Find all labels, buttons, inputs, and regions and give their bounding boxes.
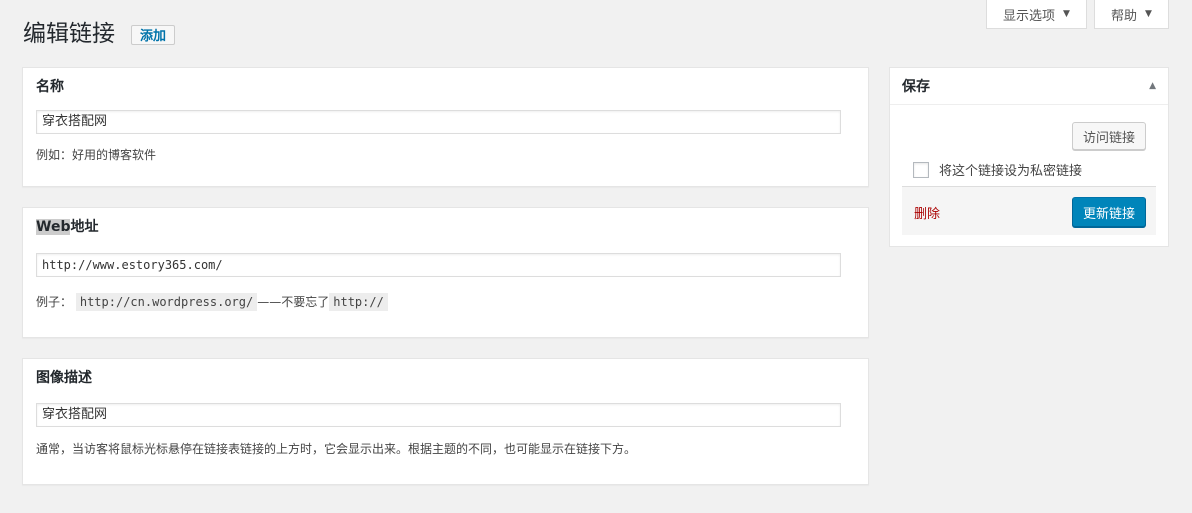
- url-protocol-code: http://: [329, 293, 388, 311]
- private-label: 将这个链接设为私密链接: [939, 164, 1083, 179]
- save-box: 保存 ▲ 访问链接 将这个链接设为私密链接 删除 更新链接: [889, 67, 1169, 247]
- url-desc-mid: ——不要忘了: [257, 295, 330, 309]
- url-title-prefix: Web: [36, 219, 71, 235]
- name-input[interactable]: 穿衣搭配网: [36, 110, 841, 134]
- url-box-title: Web地址: [23, 218, 98, 236]
- private-checkbox[interactable]: [913, 161, 929, 178]
- delete-link[interactable]: 删除: [914, 203, 940, 222]
- screen-options-button[interactable]: 显示选项 ▼: [986, 0, 1087, 29]
- url-input[interactable]: http://www.estory365.com/: [36, 253, 841, 277]
- visit-link-button[interactable]: 访问链接: [1072, 122, 1147, 150]
- caret-down-icon: ▼: [1063, 9, 1070, 19]
- save-box-header: 保存 ▲: [890, 68, 1168, 105]
- add-new-button[interactable]: 添加: [131, 24, 176, 45]
- screen-meta-tabs: 显示选项 ▼ 帮助 ▼: [986, 0, 1169, 29]
- name-box-title: 名称: [36, 79, 64, 95]
- update-link-button[interactable]: 更新链接: [1072, 197, 1147, 227]
- name-box: 名称 穿衣搭配网 例如：好用的博客软件: [22, 67, 869, 187]
- caret-down-icon: ▼: [1145, 9, 1152, 19]
- help-label: 帮助: [1111, 8, 1138, 24]
- page-header: 编辑链接 添加: [23, 20, 176, 49]
- collapse-arrow-icon[interactable]: ▲: [1149, 81, 1156, 91]
- url-example-code: http://cn.wordpress.org/: [75, 293, 258, 311]
- description-help: 通常，当访客将鼠标光标悬停在链接表链接的上方时，它会显示出来。根据主题的不同，也…: [36, 442, 637, 456]
- description-box-title: 图像描述: [36, 370, 92, 386]
- url-desc-prefix: 例子：: [36, 295, 73, 309]
- major-publishing-actions: 删除 更新链接: [902, 186, 1156, 235]
- screen-options-label: 显示选项: [1003, 8, 1056, 24]
- url-title-suffix: 地址: [70, 219, 99, 235]
- description-box: 图像描述 穿衣搭配网 通常，当访客将鼠标光标悬停在链接表链接的上方时，它会显示出…: [22, 358, 869, 485]
- help-button[interactable]: 帮助 ▼: [1094, 0, 1169, 29]
- description-input[interactable]: 穿衣搭配网: [36, 403, 841, 427]
- url-box: Web地址 http://www.estory365.com/ 例子： http…: [22, 207, 869, 338]
- save-box-title: 保存: [902, 79, 930, 95]
- url-description: 例子： http://cn.wordpress.org/——不要忘了 http:/…: [36, 292, 388, 312]
- name-description: 例如：好用的博客软件: [36, 148, 157, 162]
- page-title: 编辑链接: [23, 21, 115, 47]
- private-option: 将这个链接设为私密链接: [913, 160, 1082, 179]
